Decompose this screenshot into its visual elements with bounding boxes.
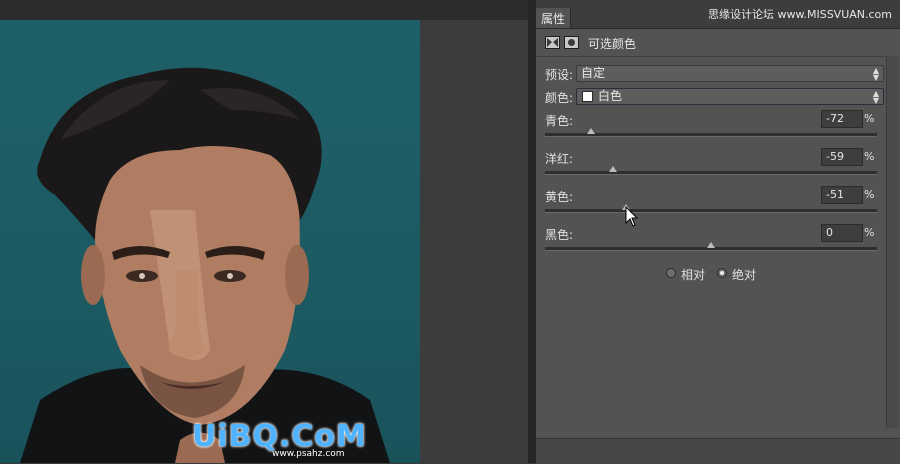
preset-label: 预设: [545, 68, 574, 82]
slider-thumb[interactable] [609, 166, 618, 172]
slider-thumb[interactable] [707, 242, 715, 248]
percent-unit: % [864, 226, 875, 239]
slider-thumb[interactable] [587, 128, 596, 134]
tab-properties[interactable]: 属性 [536, 8, 571, 28]
slider-value-input[interactable]: -59 [821, 148, 863, 166]
layer-mask-icon[interactable] [564, 36, 579, 49]
slider-label: 青色: [545, 114, 574, 128]
color-value: 白色 [598, 89, 623, 103]
percent-unit: % [864, 188, 875, 201]
slider-black: 黑色: 0 % [536, 224, 900, 260]
slider-value-input[interactable]: 0 [821, 224, 863, 242]
panel-scrollbar[interactable] [886, 56, 899, 428]
arrow-cursor-icon [625, 206, 639, 227]
document-canvas[interactable] [0, 0, 528, 463]
method-radio-group: 相对 绝对 [666, 266, 806, 282]
color-swatch [582, 91, 593, 102]
properties-panel: 属性 思缘设计论坛 www.MISSVUAN.com 可选颜色 预设: 自定 ▲… [536, 0, 900, 464]
radio-relative[interactable] [666, 268, 676, 278]
slider-magenta: 洋红: -59 % [536, 148, 900, 184]
slider-label: 黑色: [545, 228, 574, 242]
panel-tab-bar: 属性 思缘设计论坛 www.MISSVUAN.com [536, 0, 900, 29]
color-label: 颜色: [545, 91, 574, 105]
slider-track[interactable] [545, 171, 877, 175]
canvas-pasteboard [420, 20, 528, 463]
slider-label: 洋红: [545, 152, 574, 166]
watermark-url: www.psahz.com [272, 449, 345, 459]
portrait-photo [0, 20, 420, 463]
slider-track[interactable] [545, 209, 877, 213]
watermark-top-text: 思缘设计论坛 www.MISSVUAN.com [708, 8, 892, 21]
radio-absolute[interactable] [717, 268, 727, 278]
slider-yellow: 黄色: -51 % [536, 186, 900, 222]
portrait-illustration [20, 67, 390, 463]
select-arrows-icon: ▲ ▼ [872, 89, 879, 105]
select-arrows-icon: ▲ ▼ [872, 66, 879, 82]
radio-absolute-label[interactable]: 绝对 [732, 266, 756, 283]
slider-cyan: 青色: -72 % [536, 110, 900, 146]
slider-value-input[interactable]: -72 [821, 110, 863, 128]
panel-bottom-bar [536, 438, 900, 464]
radio-relative-label[interactable]: 相对 [681, 266, 705, 283]
panel-header: 可选颜色 [536, 29, 900, 57]
slider-label: 黄色: [545, 190, 574, 204]
percent-unit: % [864, 150, 875, 163]
panel-divider[interactable] [528, 0, 536, 463]
preset-select[interactable]: 自定 ▲ ▼ [576, 65, 884, 82]
color-select[interactable]: 白色 ▲ ▼ [576, 88, 884, 105]
slider-value-input[interactable]: -51 [821, 186, 863, 204]
percent-unit: % [864, 112, 875, 125]
adjustment-layer-icon[interactable] [545, 36, 560, 49]
preset-value: 自定 [581, 66, 606, 80]
panel-title: 可选颜色 [588, 37, 637, 51]
